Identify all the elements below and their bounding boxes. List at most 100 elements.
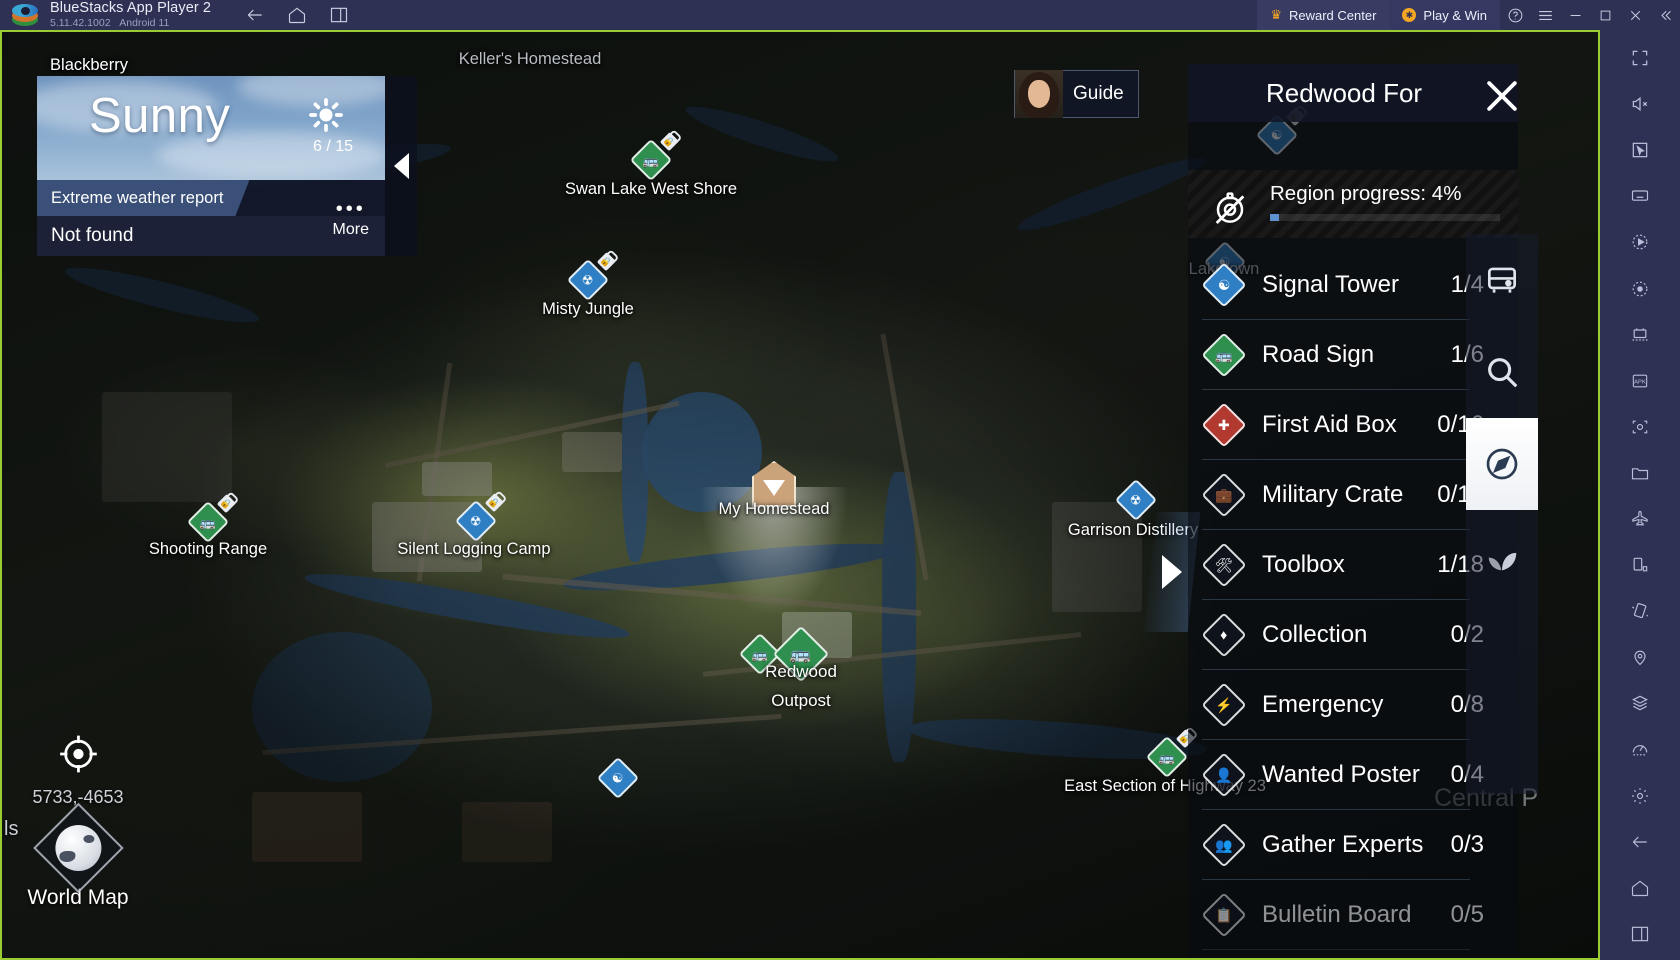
settings-icon[interactable]	[1618, 776, 1662, 816]
crosshair-icon	[59, 735, 97, 773]
location-icon[interactable]	[1618, 637, 1662, 677]
home-icon[interactable]	[287, 5, 307, 25]
back-icon[interactable]	[245, 5, 265, 25]
close-region-panel-button[interactable]	[1480, 74, 1524, 118]
wanted-poster-icon: 👤	[1201, 751, 1247, 798]
home-icon[interactable]	[1618, 868, 1662, 908]
map-marker-garrison-distillery[interactable]: ☢	[1114, 478, 1158, 522]
map-marker-shooting-range[interactable]: 🚌 🔒	[186, 494, 236, 544]
collectible-row-road-sign[interactable]: 🚌 Road Sign 1/6	[1201, 320, 1484, 390]
app-version: 5.11.42.1002	[50, 16, 111, 29]
help-icon[interactable]	[1500, 0, 1530, 30]
signal-tower-icon: ☯	[1201, 261, 1247, 308]
gyroscope-icon[interactable]	[1618, 729, 1662, 769]
map-label: Misty Jungle	[542, 300, 634, 318]
emulator-viewport[interactable]: 🚌🔒 ☢🔒 🚌🔒 ☢🔒 ☢ 🚌🔒 ☯🔒 ☯ ☯ 🚌 🚌	[0, 30, 1600, 960]
gather-experts-icon: 👥	[1201, 821, 1247, 868]
fullscreen-icon[interactable]	[1618, 38, 1662, 78]
game-map[interactable]: 🚌🔒 ☢🔒 🚌🔒 ☢🔒 ☢ 🚌🔒 ☯🔒 ☯ ☯ 🚌 🚌	[2, 32, 1598, 958]
collectible-name: Gather Experts	[1262, 830, 1424, 858]
app-title-block: BlueStacks App Player 2 5.11.42.1002 And…	[50, 1, 211, 28]
player-coordinates[interactable]: 5733,-4653	[32, 732, 124, 808]
multi-instance-manager-icon[interactable]	[1618, 315, 1662, 355]
map-label: Blackberry	[50, 56, 128, 74]
military-crate-icon: 💼	[1201, 471, 1247, 518]
collectible-name: Bulletin Board	[1262, 900, 1412, 928]
cursor-icon[interactable]	[1618, 130, 1662, 170]
weather-day-counter: 6 / 15	[312, 138, 353, 155]
collectible-name: First Aid Box	[1262, 410, 1397, 438]
multi-instance-icon[interactable]	[329, 5, 349, 25]
vehicle-tool-icon[interactable]	[1466, 234, 1538, 326]
collectible-row-toolbox[interactable]: 🛠 Toolbox 1/18	[1201, 530, 1484, 600]
map-label: Swan Lake West Shore	[564, 180, 738, 198]
collectible-row-first-aid-box[interactable]: ✚ First Aid Box 0/16	[1201, 390, 1484, 460]
install-apk-icon[interactable]: APK	[1618, 361, 1662, 401]
rotate-screen-icon[interactable]	[1618, 545, 1662, 585]
region-radar-icon[interactable]	[1210, 188, 1250, 228]
collectible-row-collection[interactable]: ♦ Collection 0/2	[1201, 600, 1484, 670]
weather-expand-button[interactable]	[385, 76, 417, 256]
weather-card[interactable]: Sunny 6 / 15 Extreme weather report Not …	[37, 76, 417, 256]
map-marker-highway-23[interactable]: 🚌 🔒	[1145, 729, 1195, 779]
maximize-button[interactable]	[1590, 0, 1620, 30]
map-marker-silent-logging-camp[interactable]: ☢ 🔒	[454, 493, 504, 543]
map-label: Shooting Range	[148, 540, 268, 558]
record-icon[interactable]	[1618, 268, 1662, 308]
collectible-count: 0/3	[1450, 830, 1484, 858]
keyboard-icon[interactable]	[1618, 176, 1662, 216]
map-tool-rail[interactable]	[1466, 234, 1538, 794]
screenshot-icon[interactable]	[1618, 407, 1662, 447]
weather-more-button[interactable]: ••• More	[332, 199, 369, 239]
map-label-redwood-outpost-line2: Outpost	[771, 691, 831, 710]
search-tool-icon[interactable]	[1466, 326, 1538, 418]
play-and-win-button[interactable]: ✱ Play & Win	[1389, 0, 1500, 30]
plant-tool-icon[interactable]	[1466, 510, 1538, 602]
map-label: Silent Logging Camp	[397, 540, 551, 558]
collectible-row-bulletin-board[interactable]: 📋 Bulletin Board 0/5	[1201, 880, 1484, 950]
collectibles-list[interactable]: ☯ Signal Tower 1/4 🚌 Road Sign 1/6 ✚ Fir…	[1201, 250, 1484, 950]
weather-more-label: More	[332, 221, 369, 238]
road-sign-icon: 🚌	[1201, 331, 1247, 378]
collectible-row-signal-tower[interactable]: ☯ Signal Tower 1/4	[1201, 250, 1484, 320]
map-marker-signal-tower-south[interactable]: ☯	[596, 756, 640, 800]
android-version: Android 11	[119, 16, 170, 29]
collectible-row-military-crate[interactable]: 💼 Military Crate 0/16	[1201, 460, 1484, 530]
toolbox-icon: 🛠	[1201, 541, 1247, 588]
world-map-button[interactable]: World Map	[27, 802, 129, 910]
macro-record-icon[interactable]	[1618, 222, 1662, 262]
collectible-name: Emergency	[1262, 690, 1384, 718]
close-button[interactable]	[1620, 0, 1650, 30]
titlebar-right: ♛ Reward Center ✱ Play & Win	[1257, 0, 1680, 30]
collectible-row-gather-experts[interactable]: 👥 Gather Experts 0/3	[1201, 810, 1484, 880]
shake-icon[interactable]	[1618, 591, 1662, 631]
weather-banner: Sunny 6 / 15	[37, 76, 385, 180]
collectible-name: Military Crate	[1262, 480, 1404, 508]
bulletin-board-icon: 📋	[1201, 891, 1247, 938]
mute-icon[interactable]	[1618, 84, 1662, 124]
map-label-edge: ls	[4, 818, 19, 840]
bluestacks-sidebar[interactable]: APK	[1600, 30, 1680, 960]
map-marker-swan-lake[interactable]: 🚌 🔒	[629, 132, 679, 182]
weather-report-label: Extreme weather report	[37, 180, 249, 216]
guide-button[interactable]: Guide	[1014, 70, 1139, 118]
reward-center-button[interactable]: ♛ Reward Center	[1257, 0, 1390, 30]
collapse-sidebar-button[interactable]	[1650, 0, 1680, 30]
layers-icon[interactable]	[1618, 683, 1662, 723]
menu-icon[interactable]	[1530, 0, 1560, 30]
crown-icon: ♛	[1270, 7, 1282, 22]
map-label: Keller's Homestead	[458, 50, 602, 68]
titlebar-nav	[245, 5, 349, 25]
map-marker-misty-jungle[interactable]: ☢ 🔒	[566, 252, 616, 302]
collectible-row-emergency[interactable]: ⚡ Emergency 0/8	[1201, 670, 1484, 740]
folder-icon[interactable]	[1618, 453, 1662, 493]
reward-center-label: Reward Center	[1288, 7, 1377, 23]
collectible-name: Signal Tower	[1262, 270, 1399, 298]
collectible-row-wanted-poster[interactable]: 👤 Wanted Poster 0/4	[1201, 740, 1484, 810]
recents-icon[interactable]	[1618, 914, 1662, 954]
compass-tool-icon[interactable]	[1466, 418, 1538, 510]
collection-icon: ♦	[1201, 611, 1247, 658]
back-icon[interactable]	[1618, 822, 1662, 862]
airplane-icon[interactable]	[1618, 499, 1662, 539]
minimize-button[interactable]	[1560, 0, 1590, 30]
